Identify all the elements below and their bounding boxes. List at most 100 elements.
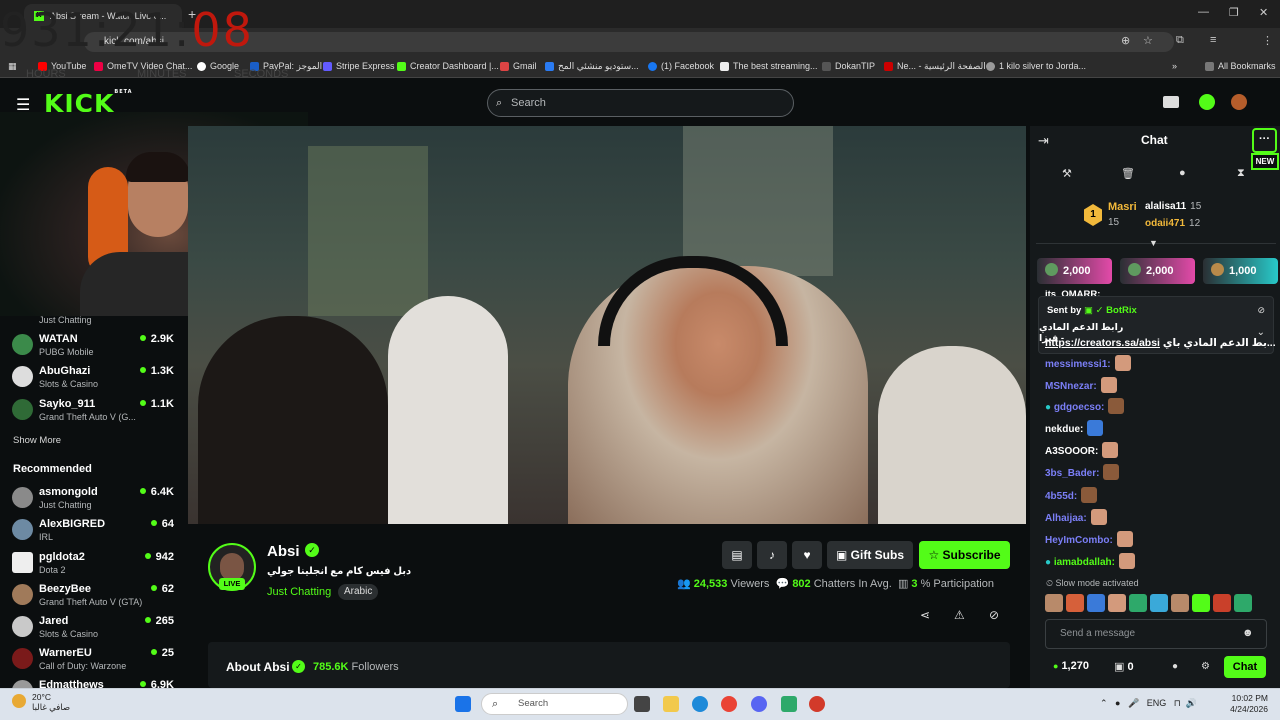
- sidebar-channel-beezybee[interactable]: BeezyBee Grand Theft Auto V (GTA) 62: [12, 582, 182, 612]
- app-icon[interactable]: [809, 696, 825, 712]
- notification-bell-button[interactable]: ♪: [757, 541, 787, 569]
- stream-category[interactable]: Just Chatting: [267, 586, 331, 598]
- subscribe-button[interactable]: ☆ Subscribe: [919, 541, 1010, 569]
- sidebar-channel-asmongold[interactable]: asmongold Just Chatting 6.4K: [12, 485, 182, 515]
- emote-bar[interactable]: [1045, 594, 1275, 614]
- leaderboard-entry[interactable]: odaii471 12: [1145, 217, 1200, 229]
- windows-start-icon[interactable]: [455, 696, 471, 712]
- media-icon[interactable]: ≡: [1210, 34, 1216, 46]
- bookmark-creator-dashboard[interactable]: Creator Dashboard |...: [397, 61, 499, 71]
- mod-hammer-icon[interactable]: ⚒: [1062, 167, 1072, 180]
- bookmark-news[interactable]: Ne... - الصفحة الرئيسية: [884, 61, 986, 72]
- chat-bubble-icon[interactable]: ●: [1179, 167, 1186, 179]
- hourglass-icon[interactable]: ⧗: [1237, 167, 1245, 180]
- emoji-icon[interactable]: ☻: [1242, 627, 1254, 639]
- stream-stats: 👥 24,533 Viewers 💬 802 Chatters In Avg. …: [677, 578, 994, 590]
- gift-card[interactable]: 2,000: [1120, 258, 1195, 284]
- profile-avatar[interactable]: [1231, 94, 1247, 110]
- app-icon[interactable]: [781, 696, 797, 712]
- chat-message[interactable]: MSNnezar:: [1045, 377, 1117, 393]
- chat-message[interactable]: ● iamabdallah:: [1045, 553, 1135, 569]
- taskbar-search[interactable]: ⌕ Search: [481, 693, 628, 715]
- chrome-icon[interactable]: [721, 696, 737, 712]
- gift-card[interactable]: 1,000: [1203, 258, 1278, 284]
- bookmark-dokantip[interactable]: DokanTIP: [822, 61, 875, 71]
- close-icon[interactable]: ✕: [1259, 6, 1268, 19]
- sidebar-channel-pgldota2[interactable]: pgldota2 Dota 2 942: [12, 550, 182, 580]
- gift-card[interactable]: 2,000: [1037, 258, 1112, 284]
- video-player[interactable]: [188, 126, 1026, 524]
- sidebar-channel-jared[interactable]: Jared Slots & Casino 265: [12, 614, 182, 644]
- edge-icon[interactable]: [692, 696, 708, 712]
- avatar: [12, 519, 33, 540]
- chat-message[interactable]: 3bs_Bader:: [1045, 464, 1120, 480]
- kick-points-icon[interactable]: [1199, 94, 1215, 110]
- weather-widget[interactable]: 20°C صافي غالبا: [12, 692, 72, 712]
- streamer-name[interactable]: Absi: [267, 543, 300, 560]
- bookmarks-overflow-icon[interactable]: »: [1172, 61, 1177, 71]
- bookmark-silver[interactable]: 1 kilo silver to Jorda...: [986, 61, 1086, 71]
- participation-icon: ▥: [897, 578, 909, 590]
- bookmark-gmail[interactable]: Gmail: [500, 61, 537, 71]
- points-counter[interactable]: 1,270: [1053, 660, 1089, 672]
- chat-message-input[interactable]: Send a message: [1045, 619, 1267, 649]
- discord-icon[interactable]: [751, 696, 767, 712]
- maximize-icon[interactable]: ❐: [1229, 6, 1239, 19]
- pinned-message: Sent by ▣ ✓ BotRix ⊘ رابط الدعم المادي ف…: [1038, 296, 1276, 354]
- all-bookmarks[interactable]: All Bookmarks: [1205, 61, 1276, 71]
- sidebar-channel-sayko[interactable]: Sayko_911 Grand Theft Auto V (G... 1.1K: [12, 397, 182, 427]
- file-explorer-icon[interactable]: [663, 696, 679, 712]
- avatar: [12, 680, 33, 688]
- sidebar-channel-watan[interactable]: WATAN PUBG Mobile 2.9K: [12, 332, 182, 362]
- follow-heart-button[interactable]: ♥: [792, 541, 822, 569]
- hide-icon[interactable]: ⊘: [989, 608, 999, 622]
- clip-button[interactable]: ▤: [722, 541, 752, 569]
- extensions-icon[interactable]: ⧉: [1176, 34, 1184, 47]
- sidebar-channel-abughazi[interactable]: AbuGhazi Slots & Casino 1.3K: [12, 364, 182, 394]
- settings-gear-icon[interactable]: ⚙: [1201, 661, 1210, 672]
- gift-subs-button[interactable]: ▣ Gift Subs: [827, 541, 913, 569]
- chat-message[interactable]: 4b55d:: [1045, 487, 1098, 503]
- report-icon[interactable]: ⚠: [954, 608, 965, 622]
- sidebar-channel-edmatthews[interactable]: Edmatthews 6.9K: [12, 678, 182, 688]
- apps-icon[interactable]: ▦: [8, 61, 17, 72]
- chat-message[interactable]: HeyImCombo:: [1045, 531, 1133, 547]
- system-clock[interactable]: 10:02 PM 4/24/2026: [1222, 693, 1268, 715]
- bookmark-google[interactable]: Google: [197, 61, 239, 71]
- language-tag[interactable]: Arabic: [338, 584, 379, 600]
- show-more-link[interactable]: Show More: [13, 435, 61, 446]
- minimize-icon[interactable]: —: [1198, 6, 1209, 18]
- trash-icon[interactable]: 🗑: [1121, 167, 1135, 180]
- chat-more-button[interactable]: ···: [1252, 128, 1277, 153]
- unpin-icon[interactable]: ⊘: [1257, 305, 1265, 316]
- avatar: [12, 552, 33, 573]
- box-counter[interactable]: 0: [1114, 660, 1133, 673]
- chat-message[interactable]: Alhaijaa:: [1045, 509, 1107, 525]
- browser-menu-icon[interactable]: ⋮: [1262, 34, 1273, 47]
- send-chat-button[interactable]: Chat: [1224, 656, 1266, 678]
- chat-message[interactable]: A3SOOOR:: [1045, 442, 1119, 458]
- chat-message[interactable]: nekdue:: [1045, 420, 1104, 436]
- expand-pinned-icon[interactable]: ▼: [1149, 238, 1158, 248]
- search-input[interactable]: ⌕ Search: [487, 89, 794, 117]
- zoom-icon[interactable]: ⊕: [1121, 34, 1130, 47]
- sidebar-channel-alexbigred[interactable]: AlexBIGRED IRL 64: [12, 517, 182, 547]
- leaderboard-entry[interactable]: alalisa11 15: [1145, 200, 1201, 212]
- chat-message[interactable]: messimessi1:: [1045, 355, 1131, 371]
- chat-bubble-icon[interactable]: ●: [1172, 661, 1178, 672]
- creator-icon[interactable]: [1163, 96, 1179, 108]
- sidebar-channel-warnereu[interactable]: WarnerEU Call of Duty: Warzone 25: [12, 646, 182, 676]
- collapse-chat-icon[interactable]: ⇥: [1038, 133, 1049, 149]
- bookmark-streaming[interactable]: The best streaming...: [720, 61, 818, 71]
- bookmark-star-icon[interactable]: ☆: [1143, 34, 1153, 47]
- chat-title: Chat: [1141, 133, 1168, 147]
- pinned-link[interactable]: https://creators.sa/absi: [1045, 337, 1160, 349]
- leaderboard-top-name[interactable]: Masri: [1108, 201, 1137, 213]
- system-tray[interactable]: ⌃ ● 🎤 ENG ⊓ 🔊: [1100, 698, 1197, 709]
- bookmark-meta-studio[interactable]: ستوديو منشئي المح...: [545, 61, 639, 72]
- chat-message[interactable]: ● gdgoecso:: [1045, 398, 1125, 414]
- bookmark-stripe[interactable]: Stripe Express: [323, 61, 395, 71]
- task-view-icon[interactable]: [634, 696, 650, 712]
- bookmark-facebook[interactable]: (1) Facebook: [648, 61, 714, 71]
- share-icon[interactable]: ⋖: [920, 608, 930, 622]
